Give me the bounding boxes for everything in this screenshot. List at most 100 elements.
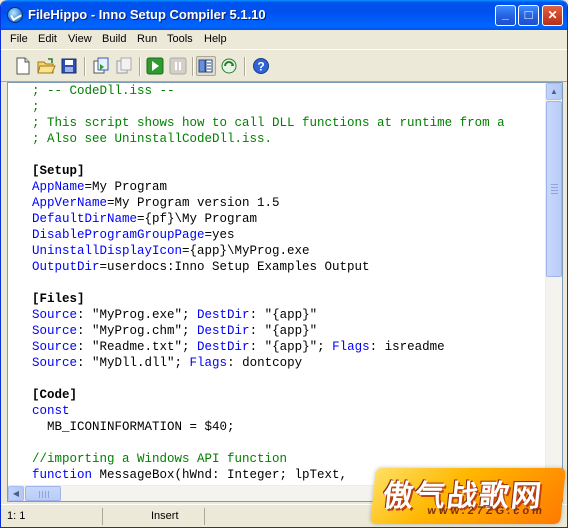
code-line: Source: "Readme.txt"; DestDir: "{app}"; … [32,339,548,355]
title-bar[interactable]: FileHippo - Inno Setup Compiler 5.1.10 _… [1,0,567,30]
code-token: : "{app}"; [249,340,333,354]
menu-help[interactable]: Help [201,32,230,48]
target-uninstall-icon[interactable] [219,56,239,76]
horizontal-scroll-thumb[interactable] [25,486,61,501]
inno-setup-icon[interactable] [7,7,23,23]
code-token: ; This script shows how to call DLL func… [32,116,505,130]
code-token: Flags [189,356,228,370]
code-token: : "{app}" [249,324,318,338]
code-line: Source: "MyDll.dll"; Flags: dontcopy [32,355,548,371]
editor-gutter [8,83,30,487]
code-token: DisableProgramGroupPage [32,228,205,242]
code-token: ={pf}\My Program [137,212,258,226]
menu-build[interactable]: Build [99,32,129,48]
minimize-button[interactable]: _ [495,5,516,26]
code-token: const [32,404,70,418]
watermark-url: www.27ZG.com [426,505,546,517]
code-token: AppVerName [32,196,108,210]
code-token: DefaultDirName [32,212,138,226]
code-line: UninstallDisplayIcon={app}\MyProg.exe [32,243,548,259]
code-token: : "{app}" [249,308,318,322]
code-token: : isreadme [369,340,445,354]
main-window: FileHippo - Inno Setup Compiler 5.1.10 _… [0,0,568,528]
code-token: : "MyProg.chm"; [77,324,198,338]
target-setup-icon[interactable] [196,56,216,76]
watermark-logo: 傲气战歌网 www.27ZG.com [370,468,566,524]
code-token: Source [32,340,78,354]
window-title: FileHippo - Inno Setup Compiler 5.1.10 [28,7,266,22]
close-icon: ✕ [547,8,558,22]
code-token: =yes [204,228,235,242]
code-token: =My Program [84,180,168,194]
code-token: [Code] [32,388,78,402]
open-folder-icon[interactable] [36,56,56,76]
code-token: [Setup] [32,164,85,178]
code-token: UninstallDisplayIcon [32,244,183,258]
code-line: OutputDir=userdocs:Inno Setup Examples O… [32,259,548,275]
stop-compile-icon [114,56,134,76]
code-line: [Files] [32,291,548,307]
code-token: Source [32,356,78,370]
code-token: =My Program version 1.5 [107,196,280,210]
code-token: : dontcopy [227,356,303,370]
code-token: DestDir [197,308,250,322]
save-icon[interactable] [59,56,79,76]
code-token: MessageBox(hWnd: Integer; lpText, [92,468,348,482]
new-file-icon[interactable] [13,56,33,76]
code-line: ; This script shows how to call DLL func… [32,115,548,131]
run-icon[interactable] [145,56,165,76]
code-editor[interactable]: ; -- CodeDll.iss --; ; This script shows … [7,82,563,502]
maximize-button[interactable]: □ [518,5,539,26]
help-icon[interactable]: ? [251,56,271,76]
code-token: ={app}\MyProg.exe [182,244,310,258]
toolbar: ? [1,49,567,82]
cursor-position: 1: 1 [3,508,103,525]
close-button[interactable]: ✕ [542,5,563,26]
pause-icon [168,56,188,76]
menu-file[interactable]: File [7,32,31,48]
code-token: //importing a Windows API function [32,452,288,466]
code-token: ; Also see UninstallCodeDll.iss. [32,132,273,146]
code-token: [Files] [32,292,85,306]
compile-icon[interactable] [91,56,111,76]
code-text-area[interactable]: ; -- CodeDll.iss --; ; This script shows … [32,83,548,487]
scroll-up-button[interactable]: ▲ [546,83,562,100]
toolbar-separator [139,57,141,76]
code-line: const [32,403,548,419]
toolbar-separator [192,57,194,76]
code-token: Flags [332,340,370,354]
code-token: ; [32,100,40,114]
code-token: function [32,468,93,482]
code-token: MB_ICONINFORMATION = $40; [32,420,235,434]
code-token: DestDir [197,340,250,354]
code-token: Source [32,324,78,338]
code-line: AppName=My Program [32,179,548,195]
code-line: ; Also see UninstallCodeDll.iss. [32,131,548,147]
edit-mode: Insert [105,508,205,525]
vertical-scroll-thumb[interactable] [546,101,562,277]
menu-tools[interactable]: Tools [164,32,196,48]
scroll-left-button[interactable]: ◀ [8,486,24,501]
code-line: //importing a Windows API function [32,451,548,467]
code-line: AppVerName=My Program version 1.5 [32,195,548,211]
code-line: ; [32,99,548,115]
code-line: DefaultDirName={pf}\My Program [32,211,548,227]
code-token: OutputDir [32,260,100,274]
code-line: ; -- CodeDll.iss -- [32,83,548,99]
code-line: [Code] [32,387,548,403]
toolbar-separator [84,57,86,76]
code-line: MB_ICONINFORMATION = $40; [32,419,548,435]
code-token: =userdocs:Inno Setup Examples Output [99,260,370,274]
menu-edit[interactable]: Edit [35,32,60,48]
code-token: : "MyDll.dll"; [77,356,190,370]
vertical-scrollbar[interactable]: ▲ ▼ [545,83,562,487]
menu-view[interactable]: View [65,32,95,48]
menu-run[interactable]: Run [134,32,160,48]
code-token: DestDir [197,324,250,338]
toolbar-separator [244,57,246,76]
code-token: AppName [32,180,85,194]
